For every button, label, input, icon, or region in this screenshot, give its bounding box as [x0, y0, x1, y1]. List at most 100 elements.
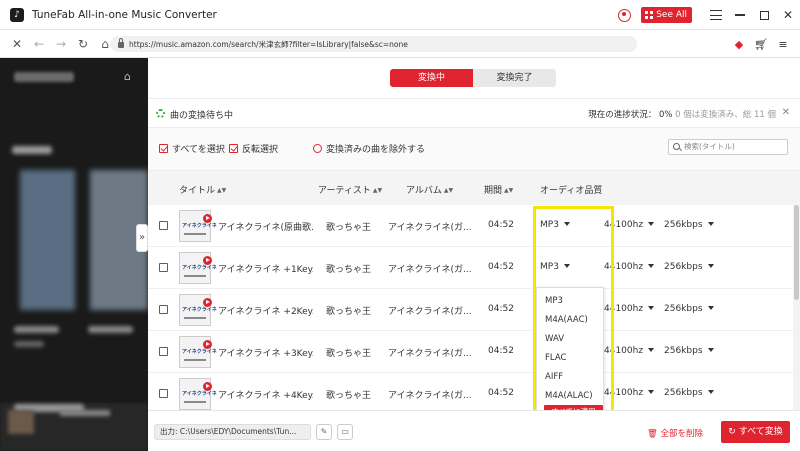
thumbnail-decoration	[184, 359, 206, 361]
select-all-checkbox[interactable]: すべてを選択	[159, 142, 225, 155]
play-badge-icon	[203, 214, 212, 223]
table-row[interactable]: アイネクライネ アイネクライネ +1Key... 歌っちゃ王 アイネクライネ(ガ…	[148, 247, 793, 289]
app-title: TuneFab All-in-one Music Converter	[32, 8, 217, 21]
table-row[interactable]: アイネクライネ アイネクライネ +3Key... 歌っちゃ王 アイネクライネ(ガ…	[148, 331, 793, 373]
format-select[interactable]: MP3	[540, 220, 570, 230]
search-input[interactable]: 検索(タイトル)	[668, 139, 788, 155]
track-duration: 04:52	[488, 262, 514, 272]
close-icon[interactable]: ✕	[782, 107, 790, 118]
sort-icon: ▲▼	[443, 187, 454, 194]
cart-icon[interactable]: 🛒︎	[750, 38, 772, 51]
see-all-button[interactable]: See All	[641, 7, 692, 23]
thumbnail-decoration	[184, 275, 206, 277]
blurred-text	[14, 326, 59, 333]
edit-output-button[interactable]: ✎	[316, 424, 332, 440]
sample-rate-select[interactable]: 44100hz	[604, 262, 655, 272]
bitrate-select[interactable]: 256kbps	[664, 388, 714, 398]
forward-arrow-icon[interactable]: →	[50, 37, 72, 51]
convert-all-button[interactable]: ↻ すべて変換	[721, 421, 790, 443]
row-checkbox[interactable]	[159, 263, 168, 272]
sample-rate-select[interactable]: 44100hz	[604, 346, 655, 356]
thumbnail-text: アイネクライネ	[182, 307, 217, 313]
track-title: アイネクライネ +1Key...	[218, 265, 313, 275]
format-option-aiff[interactable]: AIFF	[545, 372, 563, 382]
dropdown-arrow-icon	[648, 264, 655, 268]
dropdown-arrow-icon	[563, 222, 570, 226]
back-arrow-icon[interactable]: ←	[28, 37, 50, 51]
dropdown-arrow-icon	[648, 222, 655, 226]
column-title[interactable]: タイトル ▲▼	[179, 183, 226, 196]
album-thumbnail: アイネクライネ	[179, 336, 217, 368]
table-row[interactable]: アイネクライネ アイネクライネ(原曲歌... 歌っちゃ王 アイネクライネ(ガ..…	[148, 205, 793, 247]
format-option-m4a-aac[interactable]: M4A(AAC)	[545, 315, 588, 325]
playlist-icon[interactable]: ≡	[772, 38, 794, 51]
format-option-mp3[interactable]: MP3	[545, 296, 563, 306]
track-title: アイネクライネ +2Key...	[218, 307, 313, 317]
dropdown-arrow-icon	[707, 390, 714, 394]
row-checkbox[interactable]	[159, 347, 168, 356]
dropdown-arrow-icon	[648, 306, 655, 310]
user-account-icon[interactable]	[618, 8, 632, 22]
bitrate-select[interactable]: 256kbps	[664, 262, 714, 272]
app-logo-icon: ♪	[10, 7, 24, 22]
minimize-button[interactable]	[728, 0, 752, 30]
row-checkbox[interactable]	[159, 221, 168, 230]
format-option-flac[interactable]: FLAC	[545, 353, 566, 363]
column-album[interactable]: アルバム ▲▼	[406, 183, 453, 196]
thumbnail-text: アイネクライネ	[182, 349, 217, 355]
search-icon	[673, 143, 680, 150]
menu-button[interactable]	[704, 0, 728, 30]
output-path: C:\Users\EDY\Documents\Tun...	[179, 427, 297, 436]
tab-completed[interactable]: 変換完了	[473, 69, 556, 87]
web-home-icon[interactable]: ⌂	[124, 70, 131, 83]
format-dropdown-menu: MP3 M4A(AAC) WAV FLAC AIFF M4A(ALAC) すべて…	[536, 287, 604, 420]
reload-icon[interactable]: ↻	[72, 37, 94, 51]
play-badge-icon	[203, 382, 212, 391]
blurred-album-tile	[20, 170, 75, 310]
extension-icon[interactable]: ◆	[728, 38, 750, 51]
close-page-icon[interactable]: ✕	[6, 37, 28, 51]
checkbox-icon	[159, 144, 168, 153]
lock-icon	[118, 38, 124, 48]
expand-panel-chevron-icon[interactable]: »	[136, 224, 148, 252]
format-select[interactable]: MP3	[540, 262, 570, 272]
format-option-wav[interactable]: WAV	[545, 334, 564, 344]
table-row[interactable]: アイネクライネ アイネクライネ +2Key... 歌っちゃ王 アイネクライネ(ガ…	[148, 289, 793, 331]
open-folder-button[interactable]: ▭	[337, 424, 353, 440]
sample-rate-select[interactable]: 44100hz	[604, 304, 655, 314]
output-path-field[interactable]: 出力: C:\Users\EDY\Documents\Tun...	[154, 424, 311, 440]
sample-rate-select[interactable]: 44100hz	[604, 388, 655, 398]
dropdown-arrow-icon	[648, 348, 655, 352]
grid-icon	[645, 11, 654, 19]
sample-rate-select[interactable]: 44100hz	[604, 220, 655, 230]
tab-switcher: 変換中 変換完了	[390, 69, 556, 87]
format-option-m4a-alac[interactable]: M4A(ALAC)	[545, 391, 593, 401]
thumbnail-text: アイネクライネ	[182, 223, 217, 229]
column-artist[interactable]: アーティスト ▲▼	[318, 183, 382, 196]
tab-converting[interactable]: 変換中	[390, 69, 473, 87]
track-album: アイネクライネ(ガ...	[388, 307, 472, 317]
refresh-icon: ↻	[728, 427, 736, 437]
checkbox-icon	[229, 144, 238, 153]
scrollbar[interactable]	[793, 205, 800, 410]
url-field[interactable]: https://music.amazon.com/search/米津玄師?fil…	[110, 36, 637, 52]
selection-toolbar: すべてを選択 反転選択 変換済みの曲を除外する 検索(タイトル)	[148, 127, 800, 171]
close-window-button[interactable]: ✕	[776, 0, 800, 30]
thumbnail-text: アイネクライネ	[182, 265, 217, 271]
table-row[interactable]: アイネクライネ アイネクライネ +4Key... 歌っちゃ王 アイネクライネ(ガ…	[148, 373, 793, 415]
bitrate-select[interactable]: 256kbps	[664, 304, 714, 314]
maximize-button[interactable]	[752, 0, 776, 30]
scrollbar-thumb[interactable]	[794, 205, 799, 300]
row-checkbox[interactable]	[159, 305, 168, 314]
bitrate-select[interactable]: 256kbps	[664, 220, 714, 230]
progress-detail: 0 個は変換済み、総 11 個	[675, 110, 776, 120]
bitrate-select[interactable]: 256kbps	[664, 346, 714, 356]
exclude-converted-radio[interactable]: 変換済みの曲を除外する	[313, 142, 425, 155]
minimize-icon	[735, 14, 745, 16]
column-duration[interactable]: 期間 ▲▼	[484, 183, 513, 196]
dropdown-arrow-icon	[707, 348, 714, 352]
thumbnail-decoration	[184, 233, 206, 235]
delete-all-button[interactable]: 🗑︎ 全部を削除	[647, 427, 703, 439]
invert-selection-checkbox[interactable]: 反転選択	[229, 142, 278, 155]
row-checkbox[interactable]	[159, 389, 168, 398]
